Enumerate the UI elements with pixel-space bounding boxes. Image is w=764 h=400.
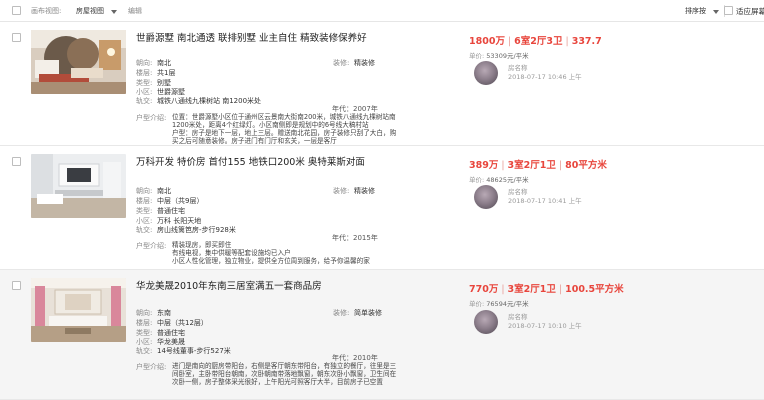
agent-avatar[interactable] xyxy=(474,61,498,85)
fit-screen-checkbox[interactable] xyxy=(724,6,733,15)
type-value: 普通住宅 xyxy=(157,207,185,215)
unit-price: 单价: 48625元/平米 xyxy=(469,176,529,184)
decor-value: 简单装修 xyxy=(354,309,382,317)
decor-value: 精装修 xyxy=(354,187,375,195)
post-time: 2018-07-17 10:46 上午 xyxy=(508,73,582,81)
floor-area: 100.5平方米 xyxy=(565,284,624,295)
row-checkbox[interactable] xyxy=(12,33,21,42)
metro-value: 城铁八通线九棵树站 南1200米处 xyxy=(157,97,262,105)
listing-title[interactable]: 世爵源墅 南北通透 联排别墅 业主自住 精致装修保养好 xyxy=(136,30,367,44)
listing-title[interactable]: 华龙美晟2010年东南三居室满五一套商品房 xyxy=(136,278,322,292)
listing-row[interactable]: 世爵源墅 南北通透 联排别墅 业主自住 精致装修保养好 朝向: 南北 装修: 精… xyxy=(0,22,764,146)
select-all-checkbox[interactable] xyxy=(12,6,21,15)
metro-label: 轨交: xyxy=(136,347,153,355)
room-layout: 3室2厅1卫 xyxy=(507,160,556,171)
type-label: 类型: xyxy=(136,207,153,215)
intro-line: 精装现房，即买即住 xyxy=(172,241,232,249)
decor-label: 装修: xyxy=(333,309,350,317)
intro-line: 买之后可随意装修。房子进门有门厅和玄关，一层是客厅 xyxy=(172,137,337,146)
orientation-label: 朝向: xyxy=(136,309,153,317)
intro-line: 户型：房子是地下一层，地上三层。赠送南北花园，房子装修只刮了大白，购 xyxy=(172,129,397,138)
orientation-label: 朝向: xyxy=(136,187,153,195)
floor-area: 80平方米 xyxy=(565,160,607,171)
total-price: 770万 xyxy=(469,284,499,295)
total-price: 1800万 xyxy=(469,36,505,47)
post-time: 2018-07-17 10:10 上午 xyxy=(508,322,582,330)
decor-label: 装修: xyxy=(333,59,350,67)
floor-area: 337.7 xyxy=(571,36,602,47)
decor-value: 精装修 xyxy=(354,59,375,67)
listing-title[interactable]: 万科开发 特价房 首付155 地铁口200米 奥特莱斯对面 xyxy=(136,154,365,168)
intro-line: 有线电视，集中供暖等配套设施均已入户 xyxy=(172,249,291,258)
intro-line: 位置：世爵源墅小区位于通州区云景南大街南200米，城铁八通线九棵树站南 xyxy=(172,113,396,121)
view-selector[interactable]: 房屋视图 xyxy=(76,6,104,16)
agent-avatar[interactable] xyxy=(474,185,498,209)
orientation-value: 东南 xyxy=(157,309,171,317)
decor-label: 装修: xyxy=(333,187,350,195)
edit-link[interactable]: 编辑 xyxy=(128,6,142,16)
intro-line: 1200米处，距离4个红绿灯。小区南侧即是规划中的6号线大稿村站 xyxy=(172,121,369,130)
unit-price: 单价: 76594元/平米 xyxy=(469,300,529,308)
intro-line: 小区人性化管理，独立物业，提供全方位周到服务，给予你温馨的家 xyxy=(172,257,370,266)
floor-label: 楼层: xyxy=(136,197,153,205)
floor-label: 楼层: xyxy=(136,319,153,327)
intro-text: 精装现房，即买即住 有线电视，集中供暖等配套设施均已入户 小区人性化管理，独立物… xyxy=(172,241,440,265)
sort-dropdown[interactable]: 排序按 xyxy=(685,6,706,16)
floor-value: 共1层 xyxy=(157,69,176,77)
listing-row[interactable]: 万科开发 特价房 首付155 地铁口200米 奥特莱斯对面 朝向: 南北 装修:… xyxy=(0,146,764,270)
intro-text: 进门是南向的厨房带阳台，右侧是客厅朝东带阳台，有独立的餐厅，往里是三 间卧室，主… xyxy=(172,362,440,386)
orientation-value: 南北 xyxy=(157,59,171,67)
floor-value: 中层（共9层） xyxy=(157,197,204,205)
intro-line: 间卧室，主卧带阳台朝南，次卧朝南带落地飘窗，朝东次卧小飘窗，卫生间在 xyxy=(172,370,397,379)
unit-price: 单价: 53309元/平米 xyxy=(469,52,529,60)
post-time: 2018-07-17 10:41 上午 xyxy=(508,197,582,205)
gallery-view-label: 画布视图: xyxy=(31,7,62,15)
intro-label: 户型介绍: xyxy=(136,114,167,122)
intro-text: 位置：世爵源墅小区位于通州区云景南大街南200米，城铁八通线九棵树站南 1200… xyxy=(172,113,440,145)
intro-label: 户型介绍: xyxy=(136,242,167,250)
row-checkbox[interactable] xyxy=(12,281,21,290)
listing-photo[interactable] xyxy=(31,278,126,342)
intro-label: 户型介绍: xyxy=(136,363,167,371)
chevron-down-icon[interactable] xyxy=(713,10,719,14)
intro-line: 进门是南向的厨房带阳台，右侧是客厅朝东带阳台，有独立的餐厅，往里是三 xyxy=(172,362,397,370)
metro-label: 轨交: xyxy=(136,97,153,105)
floor-label: 楼层: xyxy=(136,69,153,77)
metro-label: 轨交: xyxy=(136,226,153,234)
price-summary: 1800万 | 6室2厅3卫 | 337.7 xyxy=(469,36,602,47)
intro-line: 次卧一侧，房子整体采光很好，上午阳光可照客厅大半，目前房子已空置 xyxy=(172,378,383,387)
floor-value: 中层（共12层） xyxy=(157,319,208,327)
room-layout: 3室2厅1卫 xyxy=(507,284,556,295)
listing-photo[interactable] xyxy=(31,154,126,218)
price-summary: 770万 | 3室2厅1卫 | 100.5平方米 xyxy=(469,284,624,295)
orientation-value: 南北 xyxy=(157,187,171,195)
toolbar: 画布视图: 房屋视图 编辑 排序按 适应屏幕 xyxy=(0,0,764,22)
orientation-label: 朝向: xyxy=(136,59,153,67)
total-price: 389万 xyxy=(469,160,499,171)
chevron-down-icon[interactable] xyxy=(111,10,117,14)
metro-value: 14号线董事-步行527米 xyxy=(157,347,231,355)
row-checkbox[interactable] xyxy=(12,157,21,166)
agent-avatar[interactable] xyxy=(474,310,498,334)
listing-photo[interactable] xyxy=(31,30,126,94)
fit-screen-label[interactable]: 适应屏幕 xyxy=(736,6,764,17)
price-summary: 389万 | 3室2厅1卫 | 80平方米 xyxy=(469,160,607,171)
metro-value: 房山线篱笆房-步行928米 xyxy=(157,226,236,234)
listing-row[interactable]: 华龙美晟2010年东南三居室满五一套商品房 朝向: 东南 装修: 简单装修 楼层… xyxy=(0,270,764,400)
room-layout: 6室2厅3卫 xyxy=(514,36,563,47)
